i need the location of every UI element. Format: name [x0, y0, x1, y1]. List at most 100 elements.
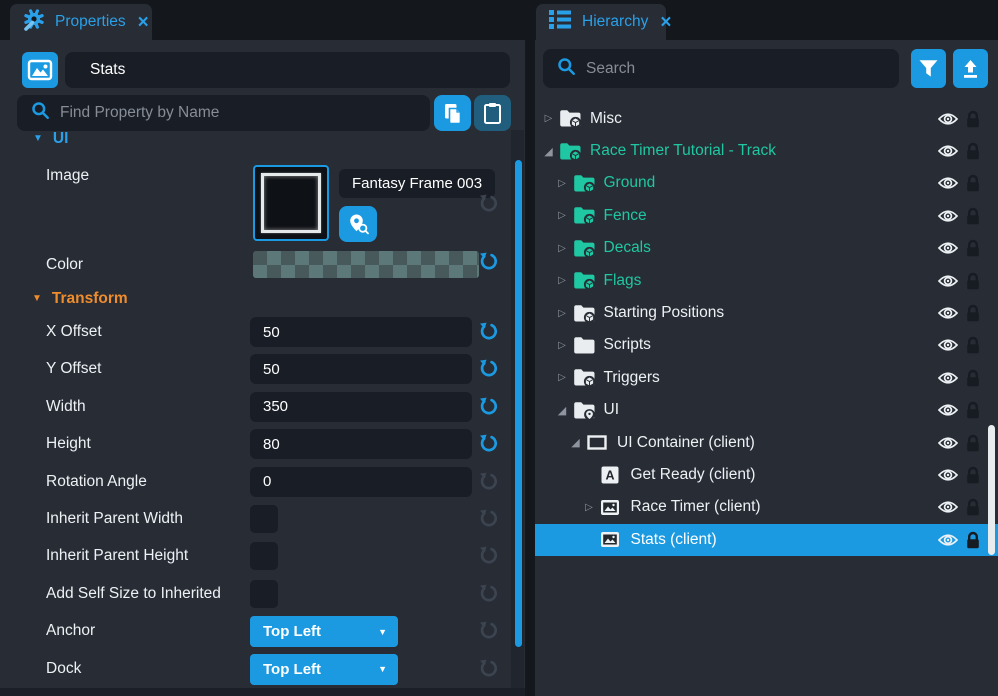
tree-row-misc[interactable]: ▷Misc: [535, 103, 998, 135]
reset-icon[interactable]: [479, 359, 498, 378]
inherit-parent-height-checkbox[interactable]: [250, 542, 278, 570]
tree-row-triggers[interactable]: ▷Triggers: [535, 362, 998, 394]
close-icon[interactable]: ×: [660, 13, 671, 32]
visibility-eye-icon[interactable]: [938, 274, 958, 293]
property-search-input[interactable]: [60, 104, 430, 122]
tree-collapsed-icon[interactable]: ▷: [541, 113, 556, 124]
find-asset-button[interactable]: [339, 206, 377, 242]
lock-icon[interactable]: [965, 466, 981, 490]
tree-collapsed-icon[interactable]: ▷: [555, 308, 570, 319]
tree-row-scripts[interactable]: ▷Scripts: [535, 329, 998, 361]
visibility-eye-icon[interactable]: [938, 241, 958, 260]
lock-icon[interactable]: [965, 239, 981, 263]
tree-collapsed-icon[interactable]: ▷: [582, 502, 597, 513]
section-transform[interactable]: ▼ Transform: [32, 290, 128, 308]
tree-collapsed-icon[interactable]: ▷: [555, 243, 570, 254]
hierarchy-search-input[interactable]: [586, 60, 899, 78]
tree-row-ui[interactable]: ◢UI: [535, 394, 998, 426]
property-row-x-offset: X Offset: [0, 317, 525, 348]
folder-cube-icon: [573, 239, 597, 258]
add-self-size-to-inherited-checkbox[interactable]: [250, 580, 278, 608]
tree-row-fence[interactable]: ▷Fence: [535, 200, 998, 232]
visibility-eye-icon[interactable]: [938, 403, 958, 422]
tree-collapsed-icon[interactable]: ▷: [555, 372, 570, 383]
rotation-angle-input[interactable]: [250, 467, 472, 497]
reset-icon[interactable]: [479, 397, 498, 416]
x-offset-input[interactable]: [250, 317, 472, 347]
lock-icon[interactable]: [965, 498, 981, 522]
lock-icon[interactable]: [965, 401, 981, 425]
properties-scrollbar-thumb[interactable]: [515, 160, 523, 647]
section-transform-label: Transform: [52, 290, 128, 308]
tree-collapsed-icon[interactable]: ▷: [555, 340, 570, 351]
tree-item-label: Starting Positions: [604, 304, 725, 322]
lock-icon[interactable]: [965, 174, 981, 198]
tree-row-ground[interactable]: ▷Ground: [535, 167, 998, 199]
anchor-dropdown[interactable]: Top Left▼: [250, 616, 398, 647]
tree-item-label: Get Ready (client): [631, 466, 756, 484]
tree-expanded-icon[interactable]: ◢: [555, 404, 570, 417]
filter-button[interactable]: [911, 49, 946, 88]
color-property-label: Color: [46, 255, 83, 275]
image-asset-thumbnail[interactable]: [253, 165, 329, 241]
lock-icon[interactable]: [965, 110, 981, 134]
tree-row-race-timer-tutorial-track[interactable]: ◢Race Timer Tutorial - Track: [535, 135, 998, 167]
reset-icon[interactable]: [479, 252, 498, 271]
copy-button[interactable]: [434, 95, 471, 131]
visibility-eye-icon[interactable]: [938, 436, 958, 455]
property-row-dock: DockTop Left▼: [0, 654, 525, 685]
lock-icon[interactable]: [965, 142, 981, 166]
tree-row-race-timer-client[interactable]: ▷Race Timer (client): [535, 491, 998, 523]
inherit-parent-width-checkbox[interactable]: [250, 505, 278, 533]
tree-row-decals[interactable]: ▷ Decals: [535, 232, 998, 264]
tab-hierarchy[interactable]: Hierarchy ×: [536, 4, 666, 40]
reset-icon[interactable]: [479, 322, 498, 341]
visibility-eye-icon[interactable]: [938, 144, 958, 163]
lock-icon[interactable]: [965, 304, 981, 328]
property-search-box[interactable]: [17, 95, 430, 131]
lock-icon[interactable]: [965, 207, 981, 231]
height-input[interactable]: [250, 429, 472, 459]
property-label: Dock: [46, 654, 249, 684]
tree-expanded-icon[interactable]: ◢: [568, 436, 583, 449]
color-swatch[interactable]: [253, 251, 479, 278]
y-offset-input[interactable]: [250, 354, 472, 384]
lock-icon[interactable]: [965, 531, 981, 555]
tab-properties[interactable]: Properties ×: [10, 4, 152, 40]
lock-icon[interactable]: [965, 434, 981, 458]
reset-icon[interactable]: [479, 434, 498, 453]
visibility-eye-icon[interactable]: [938, 468, 958, 487]
visibility-eye-icon[interactable]: [938, 533, 958, 552]
chevron-down-icon: ▼: [378, 627, 387, 637]
visibility-eye-icon[interactable]: [938, 176, 958, 195]
folder-cube-icon: [559, 109, 583, 128]
paste-button[interactable]: [474, 95, 511, 131]
visibility-eye-icon[interactable]: [938, 500, 958, 519]
tree-row-stats-client[interactable]: Stats (client): [535, 524, 998, 556]
tree-collapsed-icon[interactable]: ▷: [555, 210, 570, 221]
lock-icon[interactable]: [965, 272, 981, 296]
visibility-eye-icon[interactable]: [938, 209, 958, 228]
tree-row-ui-container-client[interactable]: ◢UI Container (client): [535, 427, 998, 459]
tree-collapsed-icon[interactable]: ▷: [555, 178, 570, 189]
section-ui[interactable]: ▼ UI: [33, 130, 68, 148]
tree-row-get-ready-client[interactable]: AGet Ready (client): [535, 459, 998, 491]
tree-expanded-icon[interactable]: ◢: [541, 145, 556, 158]
hierarchy-search-box[interactable]: [543, 49, 899, 88]
lock-icon[interactable]: [965, 336, 981, 360]
tree-collapsed-icon[interactable]: ▷: [555, 275, 570, 286]
upload-button[interactable]: [953, 49, 989, 88]
width-input[interactable]: [250, 392, 472, 422]
visibility-eye-icon[interactable]: [938, 112, 958, 131]
visibility-eye-icon[interactable]: [938, 371, 958, 390]
entity-name-input[interactable]: [65, 52, 510, 88]
tree-row-flags[interactable]: ▷Flags: [535, 265, 998, 297]
tree-row-starting-positions[interactable]: ▷ Starting Positions: [535, 297, 998, 329]
visibility-eye-icon[interactable]: [938, 306, 958, 325]
lock-icon[interactable]: [965, 369, 981, 393]
dock-dropdown[interactable]: Top Left▼: [250, 654, 398, 685]
hierarchy-scrollbar-thumb[interactable]: [988, 425, 995, 555]
tree-item-label: Decals: [604, 239, 651, 257]
visibility-eye-icon[interactable]: [938, 338, 958, 357]
close-icon[interactable]: ×: [138, 13, 149, 32]
